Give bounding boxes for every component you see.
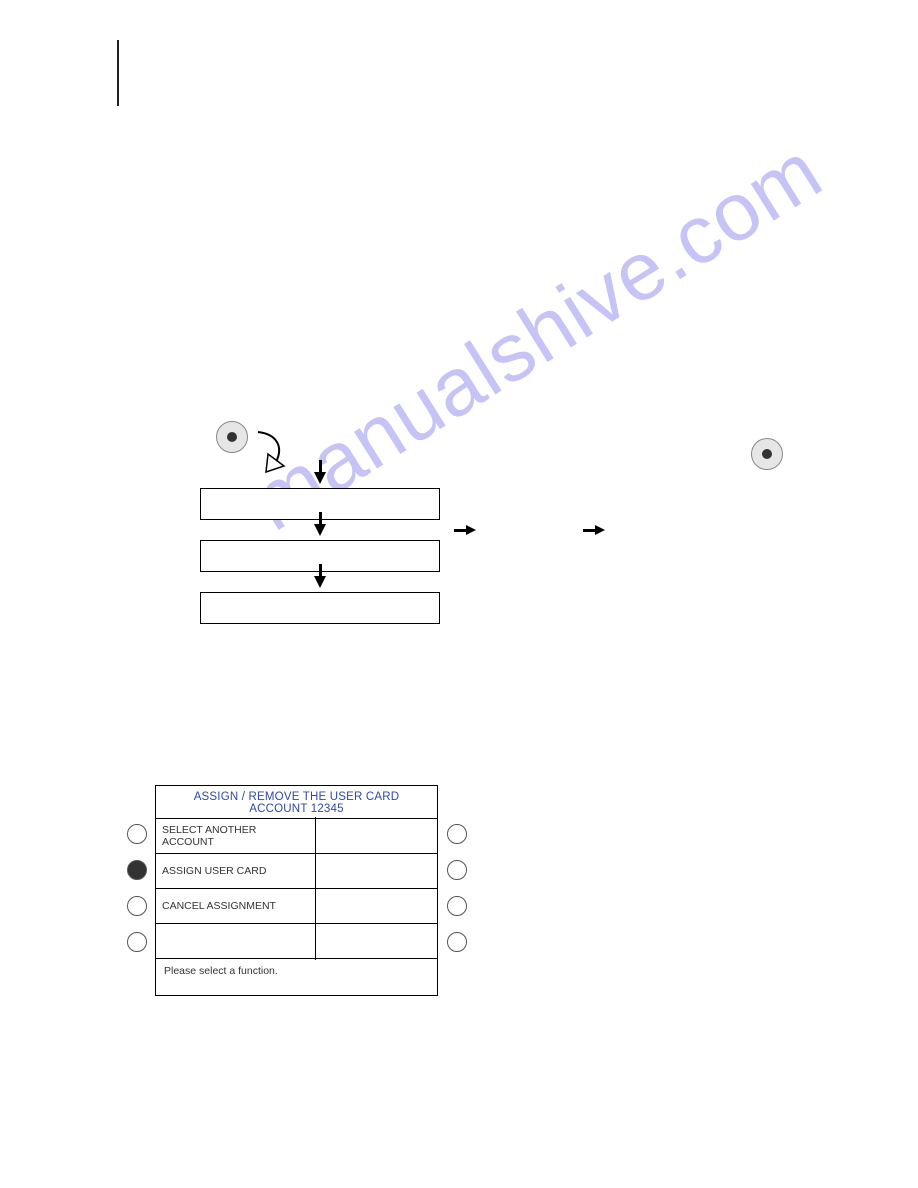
select-dot-icon[interactable]: [127, 824, 147, 844]
arrow-down-icon: [314, 524, 326, 536]
step-button-right: [751, 438, 783, 470]
menu-row[interactable]: [156, 924, 437, 959]
menu-row[interactable]: ASSIGN USER CARD: [156, 854, 437, 889]
flow-box: [200, 592, 440, 624]
screen-footer: Please select a function.: [156, 959, 437, 995]
menu-row[interactable]: CANCEL ASSIGNMENT: [156, 889, 437, 924]
select-dot-icon[interactable]: [447, 896, 467, 916]
arrow-right-icon: [595, 525, 605, 535]
title-line-1: ASSIGN / REMOVE THE USER CARD: [160, 791, 433, 803]
menu-label: [156, 922, 316, 960]
left-rule: [117, 40, 119, 106]
arrow-down-icon: [314, 576, 326, 588]
curved-arrow-icon: [244, 420, 294, 480]
menu-label: SELECT ANOTHER ACCOUNT: [156, 817, 316, 855]
left-select-dots: [127, 824, 147, 952]
menu-row[interactable]: SELECT ANOTHER ACCOUNT: [156, 819, 437, 854]
select-dot-icon[interactable]: [127, 896, 147, 916]
flow-right-labels: [460, 522, 611, 536]
flow-diagram: [200, 472, 440, 628]
select-dot-icon[interactable]: [127, 860, 147, 880]
select-dot-icon[interactable]: [447, 824, 467, 844]
dot-icon: [751, 438, 783, 470]
select-dot-icon[interactable]: [447, 932, 467, 952]
screen-title: ASSIGN / REMOVE THE USER CARD ACCOUNT 12…: [156, 786, 437, 819]
arrow-right-icon: [466, 525, 476, 535]
title-line-2: ACCOUNT 12345: [160, 803, 433, 815]
select-dot-icon[interactable]: [447, 860, 467, 880]
right-select-dots: [447, 824, 467, 952]
menu-label: ASSIGN USER CARD: [156, 852, 316, 890]
menu-screen: ASSIGN / REMOVE THE USER CARD ACCOUNT 12…: [155, 785, 438, 996]
arrow-down-icon: [314, 472, 326, 484]
select-dot-icon[interactable]: [127, 932, 147, 952]
menu-label: CANCEL ASSIGNMENT: [156, 887, 316, 925]
